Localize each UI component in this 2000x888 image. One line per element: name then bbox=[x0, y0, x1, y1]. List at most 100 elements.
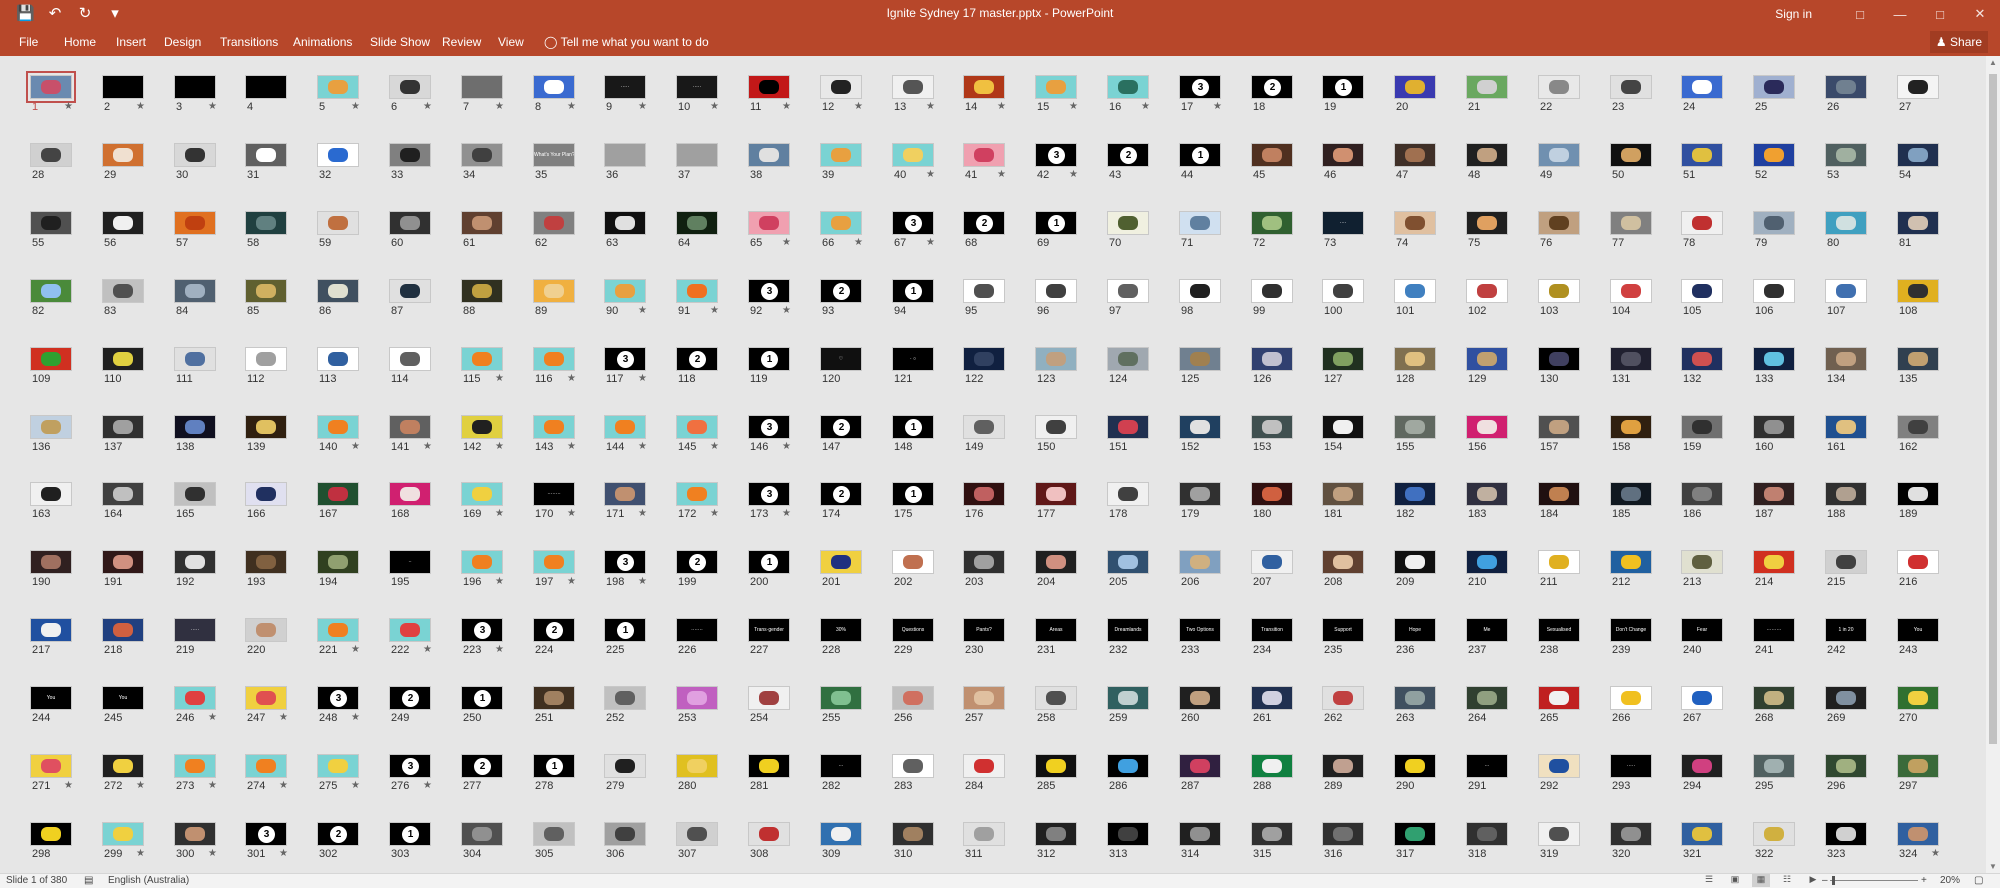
slide-thumbnail[interactable]: 212 bbox=[1610, 550, 1670, 590]
slide-thumbnail[interactable]: 252 bbox=[604, 686, 664, 726]
slide-thumbnail[interactable]: 158 bbox=[1610, 415, 1670, 455]
slide-thumbnail[interactable]: 217 bbox=[30, 618, 90, 658]
slide-thumbnail[interactable]: 30% 228 bbox=[820, 618, 880, 658]
slide-thumbnail[interactable]: 151 bbox=[1107, 415, 1167, 455]
animation-star-icon[interactable]: ★ bbox=[423, 644, 432, 655]
slide-thumbnail[interactable]: 172 ★ bbox=[676, 482, 736, 522]
animation-star-icon[interactable]: ★ bbox=[710, 508, 719, 519]
slide-thumbnail[interactable]: 257 bbox=[963, 686, 1023, 726]
slide-thumbnail[interactable]: 281 bbox=[748, 754, 808, 794]
slide-thumbnail[interactable]: 20 bbox=[1394, 75, 1454, 115]
slide-thumbnail[interactable]: 4 bbox=[245, 75, 305, 115]
slide-thumbnail[interactable]: 2 199 bbox=[676, 550, 736, 590]
slide-thumbnail[interactable]: 2 224 bbox=[533, 618, 593, 658]
slide-thumbnail[interactable]: 3 301 ★ bbox=[245, 822, 305, 862]
animation-star-icon[interactable]: ★ bbox=[495, 441, 504, 452]
slide-thumbnail[interactable]: 21 bbox=[1466, 75, 1526, 115]
slide-thumbnail[interactable]: 255 bbox=[820, 686, 880, 726]
slide-thumbnail[interactable]: 262 bbox=[1322, 686, 1382, 726]
animation-star-icon[interactable]: ★ bbox=[64, 780, 73, 791]
slide-thumbnail[interactable]: ··· 282 bbox=[820, 754, 880, 794]
slide-thumbnail[interactable]: 150 bbox=[1035, 415, 1095, 455]
slide-thumbnail[interactable]: 164 bbox=[102, 482, 162, 522]
animation-star-icon[interactable]: ★ bbox=[638, 441, 647, 452]
slide-thumbnail[interactable]: 15 ★ bbox=[1035, 75, 1095, 115]
slide-thumbnail[interactable]: 202 bbox=[892, 550, 952, 590]
slide-thumbnail[interactable]: 178 bbox=[1107, 482, 1167, 522]
slide-thumbnail[interactable]: 11 ★ bbox=[748, 75, 808, 115]
animation-star-icon[interactable]: ★ bbox=[782, 508, 791, 519]
slide-thumbnail[interactable]: 82 bbox=[30, 279, 90, 319]
animation-star-icon[interactable]: ★ bbox=[208, 101, 217, 112]
animation-star-icon[interactable]: ★ bbox=[782, 101, 791, 112]
slide-thumbnail[interactable]: 13 ★ bbox=[892, 75, 952, 115]
slide-thumbnail[interactable]: Trans·gender 227 bbox=[748, 618, 808, 658]
slide-thumbnail[interactable]: 107 bbox=[1825, 279, 1885, 319]
slide-thumbnail[interactable]: 258 bbox=[1035, 686, 1095, 726]
slide-thumbnail[interactable]: 246 ★ bbox=[174, 686, 234, 726]
animation-star-icon[interactable]: ★ bbox=[710, 305, 719, 316]
slide-thumbnail[interactable]: 304 bbox=[461, 822, 521, 862]
slide-thumbnail[interactable]: 2 174 bbox=[820, 482, 880, 522]
slide-thumbnail[interactable]: 267 bbox=[1681, 686, 1741, 726]
slide-thumbnail[interactable]: 106 bbox=[1753, 279, 1813, 319]
slide-thumbnail[interactable]: 85 bbox=[245, 279, 305, 319]
slide-thumbnail[interactable]: ····· 10 ★ bbox=[676, 75, 736, 115]
slide-thumbnail[interactable]: 130 bbox=[1538, 347, 1598, 387]
animation-star-icon[interactable]: ★ bbox=[495, 373, 504, 384]
slide-thumbnail[interactable]: 192 bbox=[174, 550, 234, 590]
slide-thumbnail[interactable]: What's Your Plan? 35 bbox=[533, 143, 593, 183]
zoom-in-icon[interactable]: + bbox=[1921, 875, 1927, 886]
slide-thumbnail[interactable]: 187 bbox=[1753, 482, 1813, 522]
slide-thumbnail[interactable]: 165 bbox=[174, 482, 234, 522]
slide-thumbnail[interactable]: 1 303 bbox=[389, 822, 449, 862]
slide-thumbnail[interactable]: 57 bbox=[174, 211, 234, 251]
slide-thumbnail[interactable]: ······· 226 bbox=[676, 618, 736, 658]
slide-thumbnail[interactable]: You 243 bbox=[1897, 618, 1957, 658]
slide-thumbnail[interactable]: 177 bbox=[1035, 482, 1095, 522]
slide-thumbnail[interactable]: 283 bbox=[892, 754, 952, 794]
slide-thumbnail[interactable]: 36 bbox=[604, 143, 664, 183]
slide-thumbnail[interactable]: 204 bbox=[1035, 550, 1095, 590]
slide-thumbnail[interactable]: 26 bbox=[1825, 75, 1885, 115]
minimize-icon[interactable]: — bbox=[1880, 7, 1920, 22]
slide-thumbnail[interactable]: 24 bbox=[1681, 75, 1741, 115]
slide-thumbnail[interactable]: 221 ★ bbox=[317, 618, 377, 658]
slide-thumbnail[interactable]: 288 bbox=[1251, 754, 1311, 794]
slide-thumbnail[interactable]: 78 bbox=[1681, 211, 1741, 251]
slide-thumbnail[interactable]: 77 bbox=[1610, 211, 1670, 251]
slide-thumbnail[interactable]: 1 119 bbox=[748, 347, 808, 387]
slide-thumbnail[interactable]: ····· 9 ★ bbox=[604, 75, 664, 115]
animation-star-icon[interactable]: ★ bbox=[279, 712, 288, 723]
slide-thumbnail[interactable]: ♡ 120 bbox=[820, 347, 880, 387]
spell-check-icon[interactable]: ▤ bbox=[84, 875, 93, 886]
slide-thumbnail[interactable]: 76 bbox=[1538, 211, 1598, 251]
slide-thumbnail[interactable]: 3 198 ★ bbox=[604, 550, 664, 590]
slide-thumbnail[interactable]: 179 bbox=[1179, 482, 1239, 522]
slide-thumbnail[interactable]: 300 ★ bbox=[174, 822, 234, 862]
slide-thumbnail[interactable]: 313 bbox=[1107, 822, 1167, 862]
slide-thumbnail[interactable]: Me 237 bbox=[1466, 618, 1526, 658]
slide-thumbnail[interactable]: 266 bbox=[1610, 686, 1670, 726]
slide-thumbnail[interactable]: 45 bbox=[1251, 143, 1311, 183]
slide-thumbnail[interactable]: 218 bbox=[1251, 75, 1311, 115]
slide-thumbnail[interactable]: 286 bbox=[1107, 754, 1167, 794]
slide-thumbnail[interactable]: 211 bbox=[1538, 550, 1598, 590]
animation-star-icon[interactable]: ★ bbox=[1069, 169, 1078, 180]
slide-thumbnail[interactable]: 269 bbox=[1825, 686, 1885, 726]
tab-view[interactable]: View bbox=[498, 35, 524, 49]
tab-review[interactable]: Review bbox=[442, 35, 481, 49]
slide-thumbnail[interactable]: 84 bbox=[174, 279, 234, 319]
slide-thumbnail[interactable]: 2 147 bbox=[820, 415, 880, 455]
slide-thumbnail[interactable]: 3 223 ★ bbox=[461, 618, 521, 658]
slide-thumbnail[interactable]: 27 bbox=[1897, 75, 1957, 115]
slide-thumbnail[interactable]: Two Options 233 bbox=[1179, 618, 1239, 658]
slide-thumbnail[interactable]: 49 bbox=[1538, 143, 1598, 183]
slide-thumbnail[interactable]: 5 ★ bbox=[317, 75, 377, 115]
animation-star-icon[interactable]: ★ bbox=[638, 508, 647, 519]
slide-thumbnail[interactable]: 55 bbox=[30, 211, 90, 251]
slide-thumbnail[interactable]: 133 bbox=[1753, 347, 1813, 387]
animation-star-icon[interactable]: ★ bbox=[423, 441, 432, 452]
slide-thumbnail[interactable]: 37 bbox=[676, 143, 736, 183]
animation-star-icon[interactable]: ★ bbox=[567, 576, 576, 587]
